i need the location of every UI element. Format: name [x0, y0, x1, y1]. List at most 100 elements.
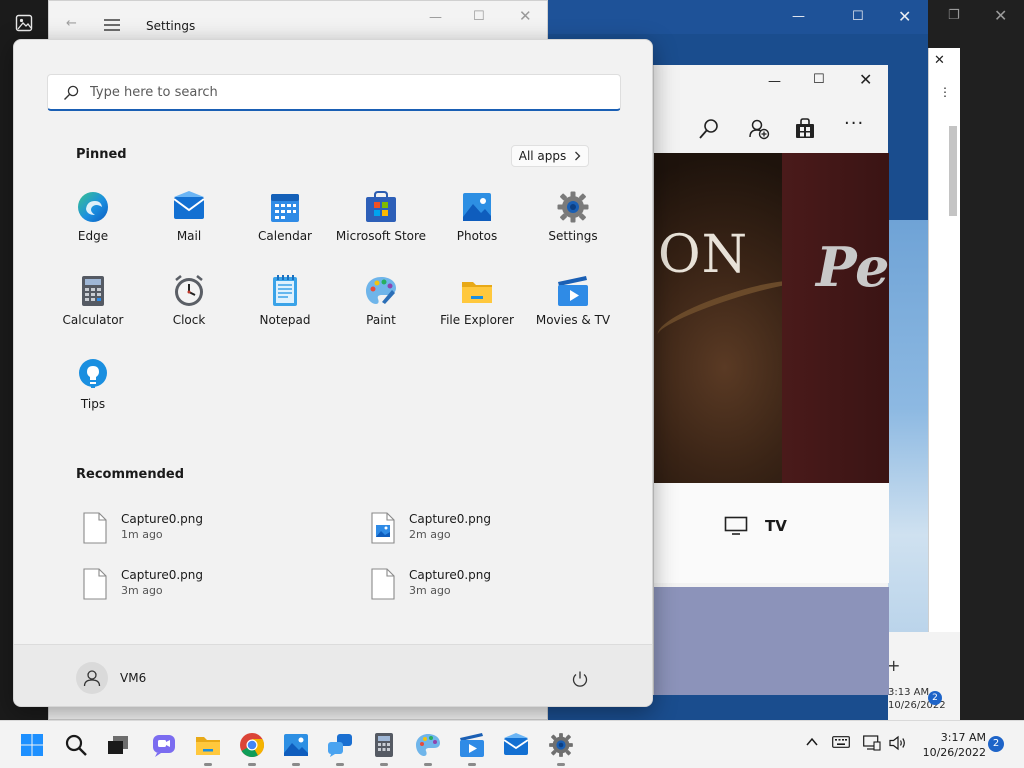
pinned-app-file-explorer[interactable]: File Explorer	[429, 274, 525, 348]
search-input[interactable]	[90, 81, 590, 103]
movies-titlebar: — ☐ ✕	[654, 65, 889, 97]
chrome-icon	[240, 733, 265, 758]
store-bag-icon[interactable]	[794, 117, 816, 139]
minimize-icon[interactable]: —	[429, 11, 442, 24]
close-icon[interactable]: ✕	[519, 9, 532, 24]
pinned-app-settings[interactable]: Settings	[525, 190, 621, 264]
start-search-box[interactable]	[47, 74, 621, 111]
close-icon[interactable]: ✕	[994, 8, 1007, 24]
avatar	[76, 662, 108, 694]
more-icon[interactable]: ···	[844, 115, 864, 133]
chevron-up-icon[interactable]	[805, 735, 819, 749]
back-arrow-icon[interactable]: ←	[66, 17, 77, 30]
calculator-icon	[375, 733, 393, 757]
pinned-app-photos[interactable]: Photos	[429, 190, 525, 264]
folder-icon	[196, 737, 220, 755]
close-icon[interactable]: ✕	[898, 9, 911, 25]
taskbar-clock[interactable]: 3:17 AM 10/26/2022	[916, 730, 986, 760]
user-account-button[interactable]: VM6	[76, 662, 146, 694]
tv-label: TV	[765, 517, 787, 535]
pinned-app-movies-tv[interactable]: Movies & TV	[525, 274, 621, 348]
minimize-icon[interactable]: —	[792, 10, 805, 23]
all-apps-label: All apps	[518, 149, 567, 163]
taskbar-movies-tv[interactable]	[456, 729, 488, 766]
taskbar-mail[interactable]	[500, 729, 532, 761]
recommended-item[interactable]: Capture0.png 3m ago	[78, 564, 318, 606]
chevron-right-icon	[575, 151, 581, 161]
running-indicator	[336, 763, 344, 766]
recommended-item[interactable]: Capture0.png 2m ago	[366, 508, 606, 550]
close-icon[interactable]: ✕	[934, 54, 945, 67]
notification-badge[interactable]: 2	[988, 736, 1004, 752]
power-icon	[572, 671, 588, 687]
minimize-icon[interactable]: —	[768, 75, 781, 88]
folder-icon	[462, 282, 492, 303]
mail-icon	[503, 733, 529, 755]
photos-app-icon[interactable]	[15, 14, 33, 32]
app-label: Edge	[77, 229, 109, 243]
pinned-app-clock[interactable]: Clock	[141, 274, 237, 348]
search-icon[interactable]	[698, 118, 720, 140]
background-notification-badge[interactable]: 2	[928, 691, 942, 705]
taskbar-chrome[interactable]	[236, 729, 268, 766]
taskbar-paint[interactable]	[412, 729, 444, 766]
start-menu-footer: VM6	[14, 644, 652, 706]
close-icon[interactable]: ✕	[859, 72, 872, 88]
task-view-button[interactable]	[102, 729, 134, 761]
pinned-app-edge[interactable]: Edge	[45, 190, 141, 264]
power-button[interactable]	[566, 665, 594, 693]
taskbar-people[interactable]	[324, 729, 356, 766]
add-icon[interactable]: +	[887, 658, 900, 674]
gear-icon	[549, 733, 573, 757]
taskbar-settings[interactable]	[545, 729, 577, 766]
network-icon[interactable]	[863, 735, 881, 751]
pinned-app-paint[interactable]: Paint	[333, 274, 429, 348]
chat-icon	[153, 735, 175, 757]
volume-icon[interactable]	[889, 735, 907, 751]
app-label: Tips	[80, 397, 106, 411]
app-label: Photos	[456, 229, 498, 243]
more-icon[interactable]: ⋮	[939, 86, 951, 98]
browser-window-edge: ✕ ⋮	[928, 48, 960, 632]
maximize-icon[interactable]: ☐	[473, 10, 485, 23]
running-indicator	[468, 763, 476, 766]
taskbar-search-button[interactable]	[60, 729, 92, 761]
start-button[interactable]	[16, 729, 48, 761]
clock-time: 3:17 AM	[940, 731, 986, 744]
banner-title-text: ON	[658, 225, 749, 285]
file-name: Capture0.png	[409, 568, 492, 582]
app-label: Microsoft Store	[335, 229, 427, 243]
recommended-item[interactable]: Capture0.png 3m ago	[366, 564, 606, 606]
pinned-app-notepad[interactable]: Notepad	[237, 274, 333, 348]
taskbar-file-explorer[interactable]	[192, 729, 224, 766]
file-name: Capture0.png	[121, 568, 204, 582]
file-time: 2m ago	[409, 528, 451, 541]
tv-icon	[724, 516, 748, 535]
all-apps-button[interactable]: All apps	[511, 145, 589, 167]
add-account-icon[interactable]	[748, 118, 770, 140]
restore-icon[interactable]: ❐	[948, 9, 960, 22]
featured-banner[interactable]: ON Pe	[654, 153, 889, 483]
taskbar-photos[interactable]	[280, 729, 312, 766]
gear-icon	[557, 191, 589, 223]
app-label: Movies & TV	[535, 313, 611, 327]
file-icon	[83, 512, 107, 544]
pinned-app-mail[interactable]: Mail	[141, 190, 237, 264]
recommended-item[interactable]: Capture0.png 1m ago	[78, 508, 318, 550]
pinned-app-tips[interactable]: Tips	[45, 358, 141, 432]
hamburger-menu-icon[interactable]	[104, 19, 120, 31]
pinned-app-calculator[interactable]: Calculator	[45, 274, 141, 348]
pinned-app-microsoft-store[interactable]: Microsoft Store	[333, 190, 429, 264]
maximize-icon[interactable]: ☐	[813, 73, 825, 86]
tv-category-row[interactable]: TV	[654, 483, 889, 583]
maximize-icon[interactable]: ☐	[852, 10, 864, 23]
user-icon	[83, 670, 101, 687]
app-label: Mail	[176, 229, 202, 243]
scrollbar[interactable]	[949, 126, 957, 216]
running-indicator	[380, 763, 388, 766]
taskbar-calculator[interactable]	[368, 729, 400, 766]
taskbar-chat-button[interactable]	[148, 729, 180, 761]
movies-toolbar: ···	[654, 101, 889, 153]
pinned-app-calendar[interactable]: Calendar	[237, 190, 333, 264]
keyboard-icon[interactable]	[832, 735, 850, 749]
